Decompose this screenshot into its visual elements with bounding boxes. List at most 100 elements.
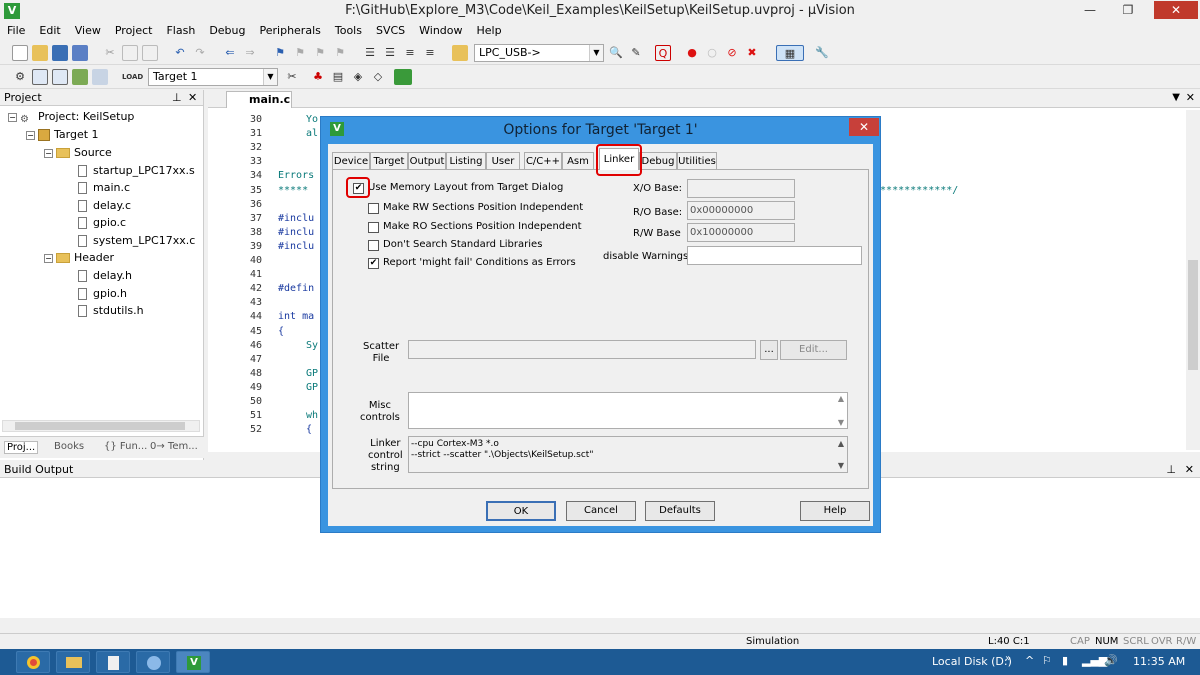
- ok-button[interactable]: OK: [486, 501, 556, 521]
- scrollbar-thumb[interactable]: [15, 422, 185, 430]
- dont-search-libraries-checkbox[interactable]: [368, 240, 379, 251]
- tab-templates[interactable]: 0→ Tem...: [150, 441, 198, 452]
- code-fragment[interactable]: wh: [306, 410, 318, 421]
- code-fragment[interactable]: GP: [306, 368, 318, 379]
- menu-edit[interactable]: Edit: [32, 22, 67, 40]
- indent-icon[interactable]: ☰: [362, 45, 378, 61]
- menu-window[interactable]: Window: [412, 22, 469, 40]
- menu-peripherals[interactable]: Peripherals: [253, 22, 328, 40]
- close-tab-icon[interactable]: ✕: [1186, 91, 1195, 104]
- tab-target[interactable]: Target: [370, 152, 408, 170]
- notepad-icon[interactable]: [96, 651, 130, 673]
- minimize-button[interactable]: —: [1076, 0, 1104, 20]
- tab-cc[interactable]: C/C++: [524, 152, 562, 170]
- disable-warnings-field[interactable]: [687, 246, 862, 265]
- menu-help[interactable]: Help: [470, 22, 509, 40]
- collapse-icon[interactable]: −: [26, 130, 35, 140]
- tab-main-c[interactable]: main.c: [226, 91, 292, 108]
- file-explorer-icon[interactable]: [56, 651, 90, 673]
- load-icon[interactable]: LOAD: [122, 69, 143, 85]
- code-fragment[interactable]: {: [306, 424, 312, 435]
- scatter-edit-button[interactable]: Edit...: [780, 340, 847, 360]
- save-all-icon[interactable]: [72, 45, 88, 61]
- comment-icon[interactable]: ≡: [402, 45, 418, 61]
- ro-base-field[interactable]: 0x00000000: [687, 201, 795, 220]
- select-software-packs-icon[interactable]: ▤: [330, 69, 346, 85]
- horizontal-scrollbar[interactable]: [0, 618, 1200, 630]
- menu-file[interactable]: File: [0, 22, 32, 40]
- tab-output[interactable]: Output: [408, 152, 446, 170]
- menu-view[interactable]: View: [68, 22, 108, 40]
- chrome-icon[interactable]: [16, 651, 50, 673]
- find-icon[interactable]: 🔍: [608, 45, 624, 61]
- find-combo[interactable]: LPC_USB-> ▼: [474, 44, 604, 62]
- window-layout-icon[interactable]: ▦: [776, 45, 804, 61]
- run-environment-icon[interactable]: ◇: [370, 69, 386, 85]
- tab-functions[interactable]: {} Fun...: [104, 441, 147, 452]
- close-panel-icon[interactable]: ✕: [188, 90, 197, 106]
- misc-controls-field[interactable]: ▲ ▼: [408, 392, 848, 429]
- translate-icon[interactable]: ⚙: [12, 69, 28, 85]
- clear-bookmarks-icon[interactable]: ⚑: [332, 45, 348, 61]
- tab-user[interactable]: User: [486, 152, 520, 170]
- code-fragment[interactable]: #inclu: [278, 213, 314, 224]
- chevron-down-icon[interactable]: ▼: [263, 69, 277, 85]
- scroll-up-icon[interactable]: ▲: [838, 438, 844, 449]
- kill-breakpoints-icon[interactable]: ✖: [744, 45, 760, 61]
- close-button[interactable]: ✕: [1154, 1, 1198, 19]
- collapse-icon[interactable]: −: [8, 112, 17, 122]
- clock-time[interactable]: 11:35 AM: [1133, 655, 1185, 668]
- defaults-button[interactable]: Defaults: [645, 501, 715, 521]
- tree-file[interactable]: startup_LPC17xx.s: [78, 162, 195, 179]
- redo-icon[interactable]: ↷: [192, 45, 208, 61]
- chevron-down-icon[interactable]: ▼: [1172, 92, 1180, 103]
- tab-debug[interactable]: Debug: [639, 152, 677, 170]
- dialog-close-button[interactable]: ✕: [849, 118, 879, 136]
- pin-icon[interactable]: ⊥: [172, 90, 182, 106]
- stop-build-icon[interactable]: [92, 69, 108, 85]
- show-hidden-icons-icon[interactable]: ^: [1025, 654, 1034, 667]
- tree-project-root[interactable]: − ⚙ Project: KeilSetup: [8, 108, 134, 125]
- tab-device[interactable]: Device: [332, 152, 370, 170]
- scatter-browse-button[interactable]: ...: [760, 340, 778, 360]
- pack-icon[interactable]: [394, 69, 412, 85]
- scroll-up-icon[interactable]: ▲: [838, 394, 844, 403]
- tree-group-header[interactable]: − Header: [44, 249, 114, 266]
- copy-icon[interactable]: [122, 45, 138, 61]
- vertical-scrollbar[interactable]: [1186, 110, 1200, 450]
- linker-control-string[interactable]: --cpu Cortex-M3 *.o --strict --scatter "…: [408, 436, 848, 473]
- drive-label[interactable]: Local Disk (D:): [932, 655, 1012, 668]
- code-fragment[interactable]: #inclu: [278, 241, 314, 252]
- code-fragment[interactable]: GP: [306, 382, 318, 393]
- chevron-down-icon[interactable]: ▼: [589, 45, 603, 61]
- bookmark-icon[interactable]: ⚑: [272, 45, 288, 61]
- tree-file[interactable]: gpio.h: [78, 285, 127, 302]
- paste-icon[interactable]: [142, 45, 158, 61]
- rebuild-icon[interactable]: [52, 69, 68, 85]
- rw-base-field[interactable]: 0x10000000: [687, 223, 795, 242]
- ro-position-independent-checkbox[interactable]: [368, 222, 379, 233]
- menu-svcs[interactable]: SVCS: [369, 22, 412, 40]
- code-fragment[interactable]: Errors: [278, 170, 314, 181]
- find-in-files-icon[interactable]: [452, 45, 468, 61]
- chevron-right-icon[interactable]: »: [1005, 653, 1011, 664]
- report-might-fail-checkbox[interactable]: ✔: [368, 258, 379, 269]
- save-icon[interactable]: [52, 45, 68, 61]
- configure-icon[interactable]: 🔧: [814, 45, 830, 61]
- tab-asm[interactable]: Asm: [562, 152, 594, 170]
- cancel-button[interactable]: Cancel: [566, 501, 636, 521]
- tab-listing[interactable]: Listing: [446, 152, 486, 170]
- volume-icon[interactable]: 🔊: [1104, 654, 1118, 667]
- tree-group-source[interactable]: − Source: [44, 144, 112, 161]
- collapse-icon[interactable]: −: [44, 148, 53, 158]
- cut-icon[interactable]: ✂: [102, 45, 118, 61]
- unindent-icon[interactable]: ☰: [382, 45, 398, 61]
- new-file-icon[interactable]: [12, 45, 28, 61]
- action-center-icon[interactable]: ⚐: [1042, 654, 1052, 667]
- network-icon[interactable]: ▮: [1062, 654, 1068, 667]
- menu-flash[interactable]: Flash: [159, 22, 202, 40]
- tab-project[interactable]: Proj...: [4, 441, 39, 454]
- build-icon[interactable]: [32, 69, 48, 85]
- code-fragment[interactable]: {: [278, 326, 284, 337]
- batch-build-icon[interactable]: [72, 69, 88, 85]
